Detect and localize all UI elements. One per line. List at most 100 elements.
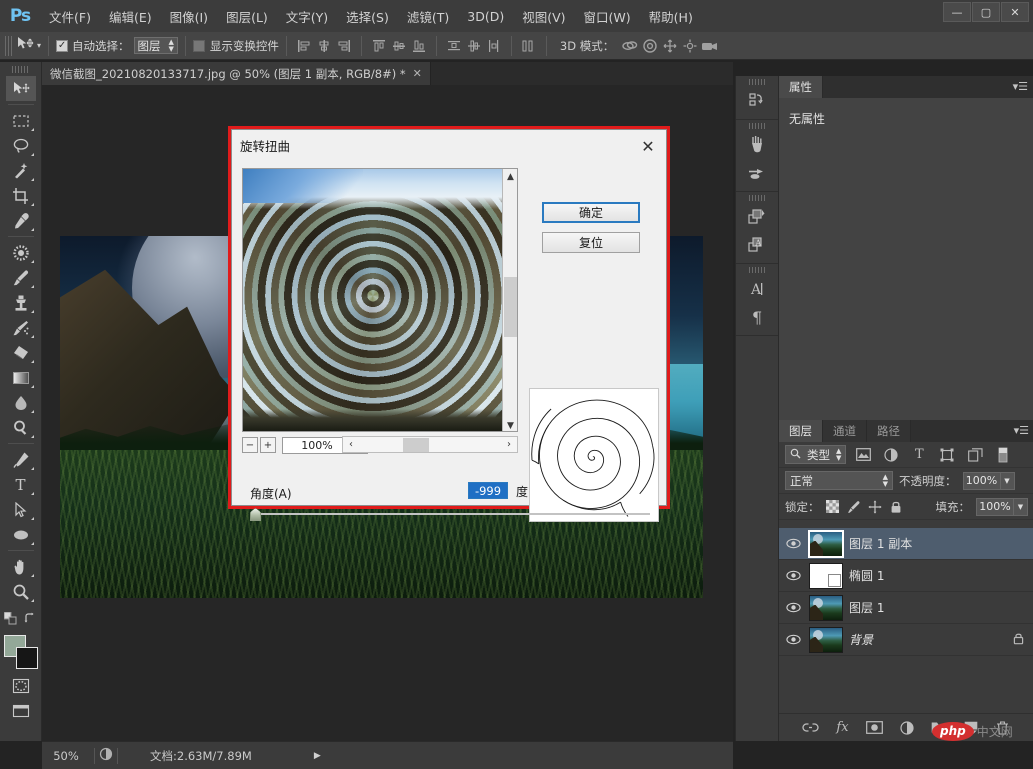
scroll-up-icon[interactable]: ▲: [503, 169, 517, 184]
opacity-control[interactable]: 100% ▼: [962, 471, 1015, 490]
layer-visibility-icon[interactable]: [783, 570, 803, 581]
path-selection-tool[interactable]: [6, 497, 36, 522]
filter-image-icon[interactable]: [852, 445, 874, 465]
lock-all-icon[interactable]: [889, 500, 903, 514]
color-swatches[interactable]: [3, 635, 38, 669]
distribute-top-icon[interactable]: [444, 36, 464, 56]
current-tool-indicator[interactable]: ▾: [16, 36, 41, 55]
distribute-bottom-icon[interactable]: [484, 36, 504, 56]
align-vertical-centers-icon[interactable]: [389, 36, 409, 56]
zoom-in-button[interactable]: +: [260, 437, 276, 453]
blur-tool[interactable]: [6, 390, 36, 415]
history-brush-tool[interactable]: [6, 315, 36, 340]
menu-edit[interactable]: 编辑(E): [100, 3, 161, 30]
dock-grip[interactable]: [749, 195, 765, 201]
layer-visibility-icon[interactable]: [783, 602, 803, 613]
filter-toggle-icon[interactable]: [992, 445, 1014, 465]
menu-file[interactable]: 文件(F): [40, 3, 100, 30]
scroll-right-icon[interactable]: ›: [501, 437, 517, 452]
crop-tool[interactable]: [6, 183, 36, 208]
align-top-edges-icon[interactable]: [369, 36, 389, 56]
background-color-swatch[interactable]: [15, 647, 38, 669]
default-colors-icon[interactable]: [3, 610, 17, 629]
close-icon[interactable]: ✕: [413, 67, 422, 80]
panel-menu-icon[interactable]: ▾☰: [1014, 424, 1029, 437]
link-layers-icon[interactable]: [802, 719, 820, 737]
rectangular-marquee-tool[interactable]: [6, 108, 36, 133]
history-icon[interactable]: [742, 87, 772, 115]
paragraph-icon[interactable]: ¶: [742, 303, 772, 331]
scroll-thumb-horizontal[interactable]: [403, 438, 429, 452]
status-preview-icon[interactable]: [99, 747, 113, 764]
layer-thumbnail[interactable]: [809, 594, 843, 621]
menu-view[interactable]: 视图(V): [513, 3, 574, 30]
angle-input[interactable]: -999: [468, 482, 508, 499]
zoom-out-button[interactable]: −: [242, 437, 258, 453]
preview-horizontal-scrollbar[interactable]: ‹ ›: [342, 436, 518, 453]
rotate-3d-icon[interactable]: [620, 36, 640, 56]
adjustments-icon[interactable]: [742, 203, 772, 231]
dodge-tool[interactable]: [6, 415, 36, 440]
auto-select-checkbox[interactable]: ✓: [56, 39, 69, 52]
document-tab[interactable]: 微信截图_20210820133717.jpg @ 50% (图层 1 副本, …: [42, 62, 431, 85]
preview-area[interactable]: ▲ ▼: [242, 168, 518, 432]
show-transform-checkbox[interactable]: ✓: [192, 39, 205, 52]
table-row[interactable]: 图层 1: [779, 592, 1033, 624]
angle-slider-knob[interactable]: [250, 508, 261, 521]
panel-menu-icon[interactable]: ▾☰: [1013, 80, 1028, 93]
magic-wand-tool[interactable]: [6, 158, 36, 183]
brush-tip-icon[interactable]: [742, 159, 772, 187]
close-icon[interactable]: ✕: [638, 136, 658, 156]
align-right-edges-icon[interactable]: [334, 36, 354, 56]
ok-button[interactable]: 确定: [542, 202, 640, 223]
preview-vertical-scrollbar[interactable]: ▲ ▼: [502, 169, 517, 431]
zoom-level[interactable]: 50%: [42, 749, 90, 763]
pen-tool[interactable]: [6, 447, 36, 472]
tab-channels[interactable]: 通道: [823, 420, 867, 442]
filter-smart-object-icon[interactable]: [964, 445, 986, 465]
filter-type-icon[interactable]: T: [908, 445, 930, 465]
maximize-button[interactable]: ▢: [972, 2, 1000, 22]
layer-visibility-icon[interactable]: [783, 538, 803, 549]
minimize-button[interactable]: —: [943, 2, 971, 22]
chevron-down-icon[interactable]: ▼: [1014, 497, 1028, 516]
pan-3d-icon[interactable]: [660, 36, 680, 56]
brush-tool[interactable]: [6, 265, 36, 290]
fill-control[interactable]: 100% ▼: [976, 497, 1028, 516]
roll-3d-icon[interactable]: [640, 36, 660, 56]
menu-window[interactable]: 窗口(W): [575, 3, 640, 30]
layer-name[interactable]: 背景: [849, 631, 1007, 648]
status-menu-arrow-icon[interactable]: ▶: [314, 751, 321, 761]
layer-thumbnail[interactable]: [809, 562, 843, 589]
reset-button[interactable]: 复位: [542, 232, 640, 253]
layer-style-fx-icon[interactable]: fx: [834, 719, 852, 737]
lock-position-icon[interactable]: [867, 499, 882, 514]
layer-thumbnail[interactable]: [808, 529, 844, 558]
fill-value[interactable]: 100%: [976, 497, 1014, 516]
menu-filter[interactable]: 滤镜(T): [398, 3, 458, 30]
lock-image-pixels-icon[interactable]: [847, 500, 861, 514]
menu-select[interactable]: 选择(S): [337, 3, 398, 30]
layer-name[interactable]: 椭圆 1: [849, 567, 1030, 584]
menu-type[interactable]: 文字(Y): [277, 3, 337, 30]
slide-3d-icon[interactable]: [680, 36, 700, 56]
hand-tool[interactable]: [6, 554, 36, 579]
zoom-tool[interactable]: [6, 579, 36, 604]
align-horizontal-centers-icon[interactable]: [314, 36, 334, 56]
layer-name[interactable]: 图层 1: [849, 599, 1030, 616]
table-row[interactable]: 背景: [779, 624, 1033, 656]
filter-adjustment-icon[interactable]: [880, 445, 902, 465]
adjustment-layer-icon[interactable]: [898, 719, 916, 737]
move-tool[interactable]: [5, 76, 36, 101]
filter-shape-icon[interactable]: [936, 445, 958, 465]
clone-stamp-tool[interactable]: [6, 290, 36, 315]
align-left-edges-icon[interactable]: [294, 36, 314, 56]
dock-grip[interactable]: [749, 79, 765, 85]
swap-colors-icon[interactable]: [24, 610, 37, 629]
screen-mode-toggle[interactable]: [6, 698, 36, 723]
eyedropper-tool[interactable]: [6, 208, 36, 233]
scroll-down-icon[interactable]: ▼: [503, 418, 517, 431]
character-icon[interactable]: A: [742, 275, 772, 303]
distribute-spacing-icon[interactable]: [519, 36, 539, 56]
menu-help[interactable]: 帮助(H): [640, 3, 702, 30]
